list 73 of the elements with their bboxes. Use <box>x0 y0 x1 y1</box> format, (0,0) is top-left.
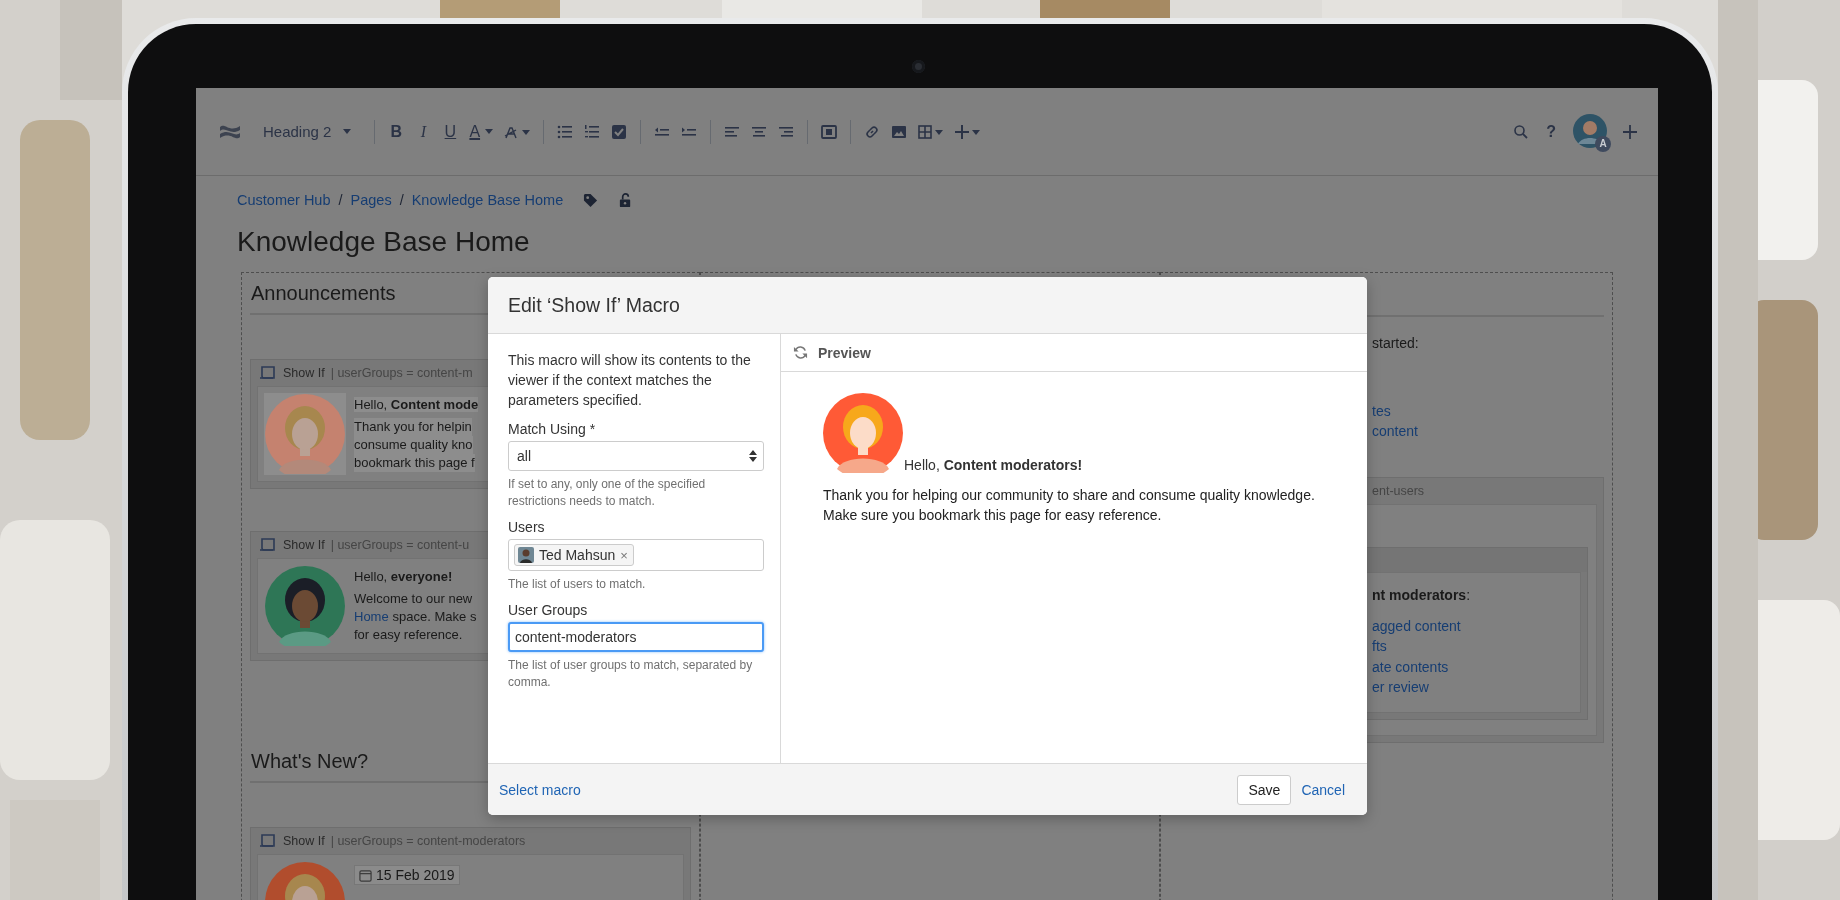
macro-title: Show If <box>283 366 325 380</box>
greeting-text: Hello, Content moderators! <box>904 457 1083 473</box>
breadcrumb-link[interactable]: Customer Hub <box>237 192 331 208</box>
scroll-icon <box>259 537 277 553</box>
greeting-text: Hello, everyone! <box>354 569 453 584</box>
format-button[interactable]: B <box>388 122 405 141</box>
page-title: Knowledge Base Home <box>237 225 531 259</box>
link[interactable]: tes <box>1372 401 1391 421</box>
user-chip[interactable]: Ted Mahsun × <box>514 544 634 566</box>
avatar <box>518 547 534 563</box>
save-button[interactable]: Save <box>1237 774 1292 805</box>
body-text: Thank you for helpin <box>354 418 472 436</box>
link[interactable]: Home <box>354 609 389 624</box>
body-text: for easy reference. <box>354 626 463 644</box>
body-text: Home space. Make s <box>354 608 477 626</box>
hint-text: The list of user groups to match, separated by comma. <box>508 657 754 691</box>
body-text: started: <box>1371 334 1420 353</box>
breadcrumb-link[interactable]: Pages <box>350 192 392 208</box>
checkbox-icon[interactable] <box>611 123 628 140</box>
body-text: nt moderators: <box>1372 586 1470 605</box>
hint-text: The list of users to match. <box>508 576 647 593</box>
bullet-list-icon[interactable] <box>557 123 574 140</box>
refresh-icon[interactable] <box>793 345 808 360</box>
layout-icon[interactable] <box>821 123 838 140</box>
field-label: User Groups <box>508 601 589 619</box>
select-macro-link[interactable]: Select macro <box>499 781 581 798</box>
breadcrumb-separator: / <box>399 192 404 208</box>
date-chip: 15 Feb 2019 <box>354 865 460 885</box>
format-button[interactable]: U <box>442 122 459 141</box>
camera-icon <box>912 60 925 73</box>
breadcrumb-separator: / <box>338 192 343 208</box>
dialog-title: Edit ‘Show If’ Macro <box>508 293 680 317</box>
cancel-link[interactable]: Cancel <box>1301 781 1345 798</box>
scroll-icon <box>259 365 277 381</box>
plus-icon[interactable] <box>1622 123 1638 140</box>
breadcrumb-link[interactable]: Knowledge Base Home <box>411 192 564 208</box>
help-button[interactable]: ? <box>1546 122 1556 141</box>
format-button[interactable]: I <box>415 122 432 141</box>
caret-icon <box>485 129 494 134</box>
tag-icon[interactable] <box>583 192 599 208</box>
body-text: consume quality kno <box>354 436 473 454</box>
user-groups-field[interactable]: content-moderators <box>508 622 764 652</box>
description-text: This macro will show its contents to the viewer if the context matches the parameters specified. <box>508 351 752 410</box>
link[interactable]: er review <box>1372 677 1429 698</box>
select-arrows-icon <box>749 449 757 463</box>
select-field[interactable]: all <box>508 441 764 471</box>
calendar-icon <box>359 868 372 882</box>
style-dropdown[interactable]: Heading 2 <box>263 123 352 140</box>
body-text: Welcome to our new <box>354 590 473 608</box>
users-field[interactable]: Ted Mahsun × <box>508 539 764 571</box>
link[interactable]: content <box>1372 421 1418 441</box>
search-icon[interactable] <box>1513 123 1530 140</box>
numbered-list-icon[interactable] <box>584 123 601 140</box>
macro-title: Show If <box>283 538 325 552</box>
field-label: Users <box>508 518 546 536</box>
greeting-text: Hello, Content mode <box>354 397 479 412</box>
body-text: bookmark this page f <box>354 454 475 472</box>
body-text: Thank you for helping our community to share and consume quality knowledge. Make sure you bookmark this page for easy reference. <box>823 486 1316 525</box>
scroll-icon <box>259 833 277 849</box>
link[interactable]: agged content <box>1372 615 1461 636</box>
link[interactable]: fts <box>1372 636 1387 657</box>
link[interactable]: ate contents <box>1372 656 1449 677</box>
format-button[interactable]: A <box>469 122 494 141</box>
insert-icon[interactable] <box>955 123 982 140</box>
hint-text: If set to any, only one of the specified restrictions needs to match. <box>508 476 707 510</box>
avatar[interactable] <box>1573 113 1607 148</box>
field-label: Match Using * <box>508 420 597 438</box>
macro-title: Show If <box>283 834 325 848</box>
preview-title: Preview <box>818 344 871 361</box>
table-icon[interactable] <box>918 123 945 140</box>
link-icon[interactable] <box>864 123 881 140</box>
image-icon[interactable] <box>891 123 908 140</box>
caret-icon <box>343 129 352 134</box>
